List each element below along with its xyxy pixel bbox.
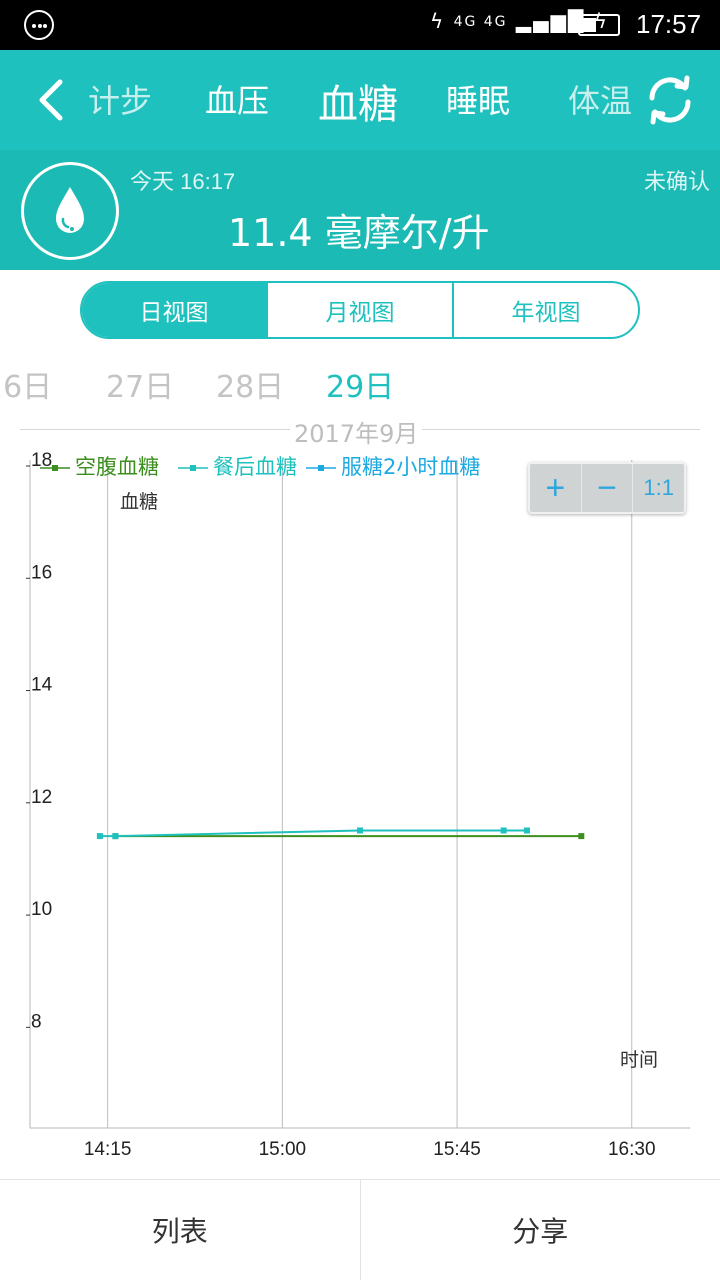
tab-blood-sugar[interactable]: 血糖 [318, 72, 398, 130]
latest-reading-time: 今天 16:17 [130, 169, 236, 194]
data-point [578, 833, 585, 840]
tab-day-view[interactable]: 日视图 [82, 283, 266, 337]
y-tick-label: 10 [31, 899, 52, 920]
x-tick-label: 16:30 [608, 1139, 656, 1160]
data-transfer-icon: ϟ [430, 9, 446, 33]
confirmation-status[interactable]: 未确认 [644, 164, 710, 196]
zoom-in-button[interactable]: + [530, 464, 581, 512]
date-item-selected[interactable]: 29日 [326, 362, 394, 404]
menu-dots-icon [24, 10, 54, 40]
tab-year-view[interactable]: 年视图 [452, 283, 638, 337]
network-label: 4G 4G [453, 14, 508, 30]
view-selector: 日视图 月视图 年视图 [80, 281, 640, 339]
bottom-bar: 列表 分享 [0, 1179, 720, 1280]
x-axis-label: 时间 [620, 1049, 658, 1071]
legend-label: 餐后血糖 [213, 455, 297, 479]
date-item[interactable]: 27日 [106, 362, 174, 404]
legend-marker [190, 465, 196, 471]
share-button[interactable]: 分享 [359, 1180, 720, 1280]
blood-sugar-chart[interactable]: 14:15 15:00 15:45 16:30 8 10 12 14 16 18 血糖 时间 空腹血糖餐… [0, 440, 720, 1170]
y-tick-label: 16 [31, 562, 52, 583]
data-point [523, 827, 530, 834]
date-scroller[interactable]: 26日 27日 28日 29日 [0, 360, 720, 404]
data-point [500, 827, 507, 834]
tab-month-view[interactable]: 月视图 [266, 283, 452, 337]
y-axis-label: 血糖 [120, 491, 158, 513]
x-tick-label: 15:45 [433, 1139, 481, 1160]
y-tick-label: 12 [31, 787, 52, 808]
zoom-reset-button[interactable]: 1:1 [632, 464, 684, 512]
blood-drop-badge [21, 162, 119, 260]
status-time: 17:57 [636, 9, 702, 39]
data-point [112, 833, 119, 840]
tab-temperature[interactable]: 体温 [568, 76, 632, 122]
date-item[interactable]: 26日 [0, 362, 52, 404]
y-tick-label: 14 [31, 675, 53, 696]
zoom-controls: + − 1:1 [528, 462, 686, 514]
y-tick-label: 8 [31, 1011, 42, 1032]
legend-marker [318, 465, 324, 471]
legend-marker [52, 465, 58, 471]
top-nav-bar: 计步 血压 血糖 睡眠 体温 [0, 50, 720, 150]
chart-canvas[interactable]: 14:15 15:00 15:45 16:3081012141618血糖时间空腹血糖餐… [0, 440, 720, 1170]
x-tick-label: 15:00 [259, 1139, 307, 1160]
back-arrow-icon[interactable] [34, 76, 74, 124]
latest-reading-value: 11.4 毫摩尔/升 [228, 211, 490, 255]
signal-bars-icon: ▂▄▆█ [515, 9, 586, 33]
tab-steps[interactable]: 计步 [88, 76, 152, 122]
status-bar: ϟ 4G 4G ▂▄▆█ ϟ 17:57 [0, 0, 720, 50]
blood-drop-icon [56, 187, 84, 233]
data-point [96, 833, 103, 840]
battery-icon [578, 14, 620, 36]
latest-reading-panel: 今天 16:17 未确认 11.4 毫摩尔/升 [0, 150, 720, 270]
legend-label: 服糖2小时血糖 [341, 455, 480, 479]
tab-blood-pressure[interactable]: 血压 [205, 76, 269, 122]
tab-sleep[interactable]: 睡眠 [446, 76, 510, 122]
refresh-icon[interactable] [644, 74, 696, 126]
list-button[interactable]: 列表 [0, 1180, 360, 1280]
zoom-out-button[interactable]: − [580, 464, 633, 512]
date-item[interactable]: 28日 [216, 362, 284, 404]
x-tick-label: 14:15 [84, 1139, 132, 1160]
data-point [357, 827, 363, 834]
legend-label: 空腹血糖 [75, 455, 159, 479]
